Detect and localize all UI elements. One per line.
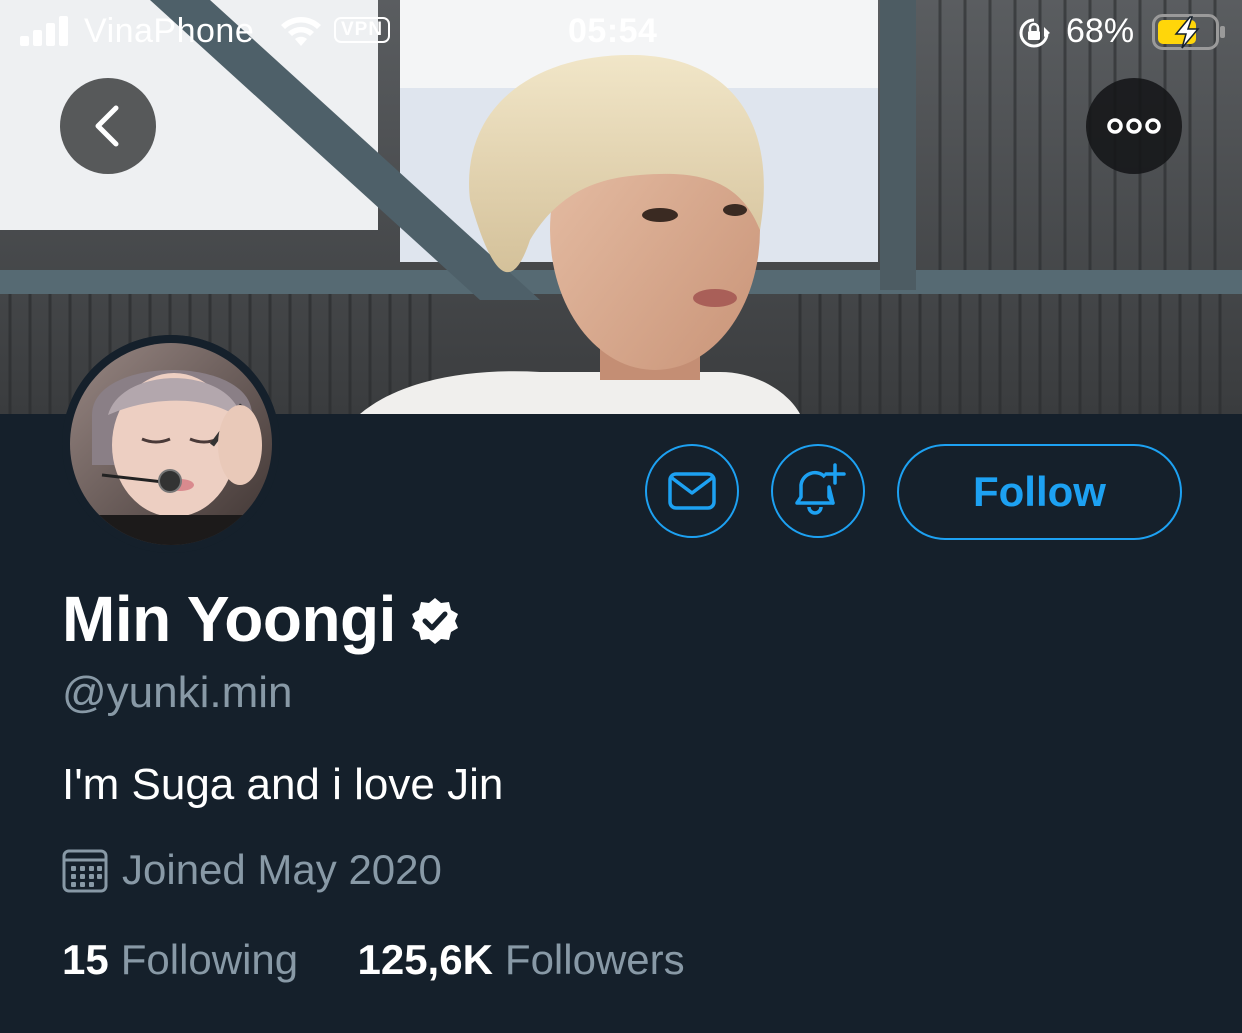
signal-icon xyxy=(20,16,68,46)
name-row: Min Yoongi xyxy=(62,582,460,656)
joined-date-row: Joined May 2020 xyxy=(62,846,442,894)
follow-stats: 15 Following 125,6K Followers xyxy=(62,936,685,984)
followers-link[interactable]: 125,6K Followers xyxy=(357,936,684,983)
clock: 05:54 xyxy=(568,12,658,50)
bell-plus-icon xyxy=(795,463,846,515)
verified-badge-icon xyxy=(411,598,458,644)
battery-percent: 68% xyxy=(1066,12,1135,50)
followers-label: Followers xyxy=(504,936,685,983)
notifications-button[interactable] xyxy=(771,444,865,538)
following-label: Following xyxy=(120,936,299,983)
calendar-icon xyxy=(62,849,108,893)
display-name: Min Yoongi xyxy=(62,583,396,655)
following-link[interactable]: 15 Following xyxy=(62,936,310,983)
message-button[interactable] xyxy=(645,444,739,538)
avatar[interactable] xyxy=(62,335,280,553)
following-count: 15 xyxy=(62,936,109,983)
battery-charging-icon xyxy=(1152,14,1225,50)
more-horizontal-icon xyxy=(1107,118,1161,134)
vpn-badge: VPN xyxy=(334,17,391,43)
back-button[interactable] xyxy=(60,78,156,174)
follow-button[interactable]: Follow xyxy=(897,444,1182,540)
profile-screen: VinaPhone VPN 05:54 68% Follow Min Yoong… xyxy=(0,0,1242,1033)
carrier-name: VinaPhone xyxy=(84,12,255,50)
orientation-lock-icon xyxy=(1019,18,1050,48)
joined-date: Joined May 2020 xyxy=(122,846,442,893)
bio-text: I'm Suga and i love Jin xyxy=(62,760,504,809)
wifi-icon xyxy=(281,17,321,46)
envelope-icon xyxy=(668,472,716,510)
followers-count: 125,6K xyxy=(357,936,493,983)
status-bar: VinaPhone VPN 05:54 68% xyxy=(0,0,1242,64)
chevron-left-icon xyxy=(95,105,119,147)
user-handle: @yunki.min xyxy=(62,668,293,717)
more-options-button[interactable] xyxy=(1086,78,1182,174)
